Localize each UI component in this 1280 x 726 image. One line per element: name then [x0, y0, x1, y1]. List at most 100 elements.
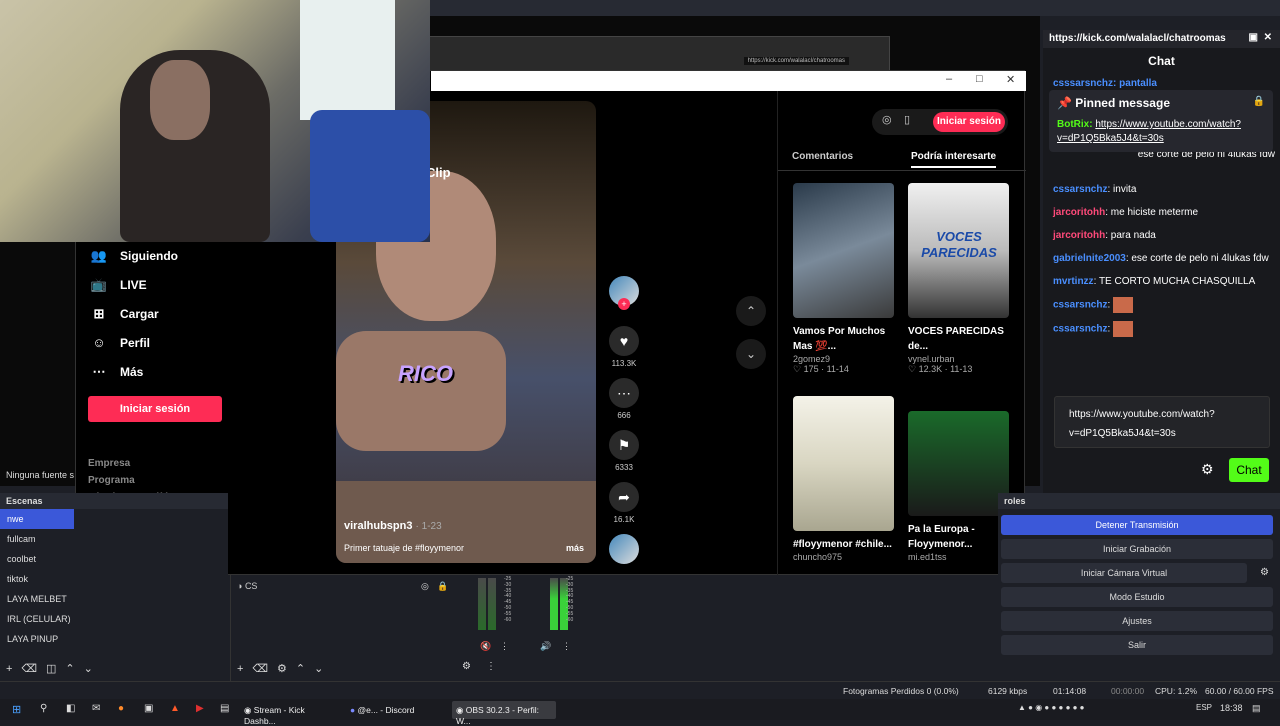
exit-button[interactable]: Salir	[1001, 635, 1273, 655]
chat-username[interactable]: cssarsnchz	[1053, 184, 1107, 195]
brave-icon[interactable]: ▲	[170, 703, 180, 714]
trash-icon[interactable]: ⌫	[252, 663, 277, 675]
nav-live[interactable]: 📺 LIVE	[76, 270, 336, 299]
sound-avatar[interactable]	[609, 534, 639, 564]
tray-icons[interactable]: ▲ ● ◉ ● ● ● ● ● ●	[1018, 703, 1085, 712]
virtual-camera-gear-icon[interactable]: ⚙	[1260, 567, 1269, 578]
nav-profile[interactable]: ☺ Perfil	[76, 328, 336, 357]
scroll-up-button[interactable]: ⌃	[736, 296, 766, 326]
speaker-icon[interactable]: 🔊	[540, 641, 551, 652]
cpu-usage: CPU: 1.2%	[1155, 686, 1198, 696]
nav-more[interactable]: ⋯ Más	[76, 357, 336, 386]
scene-item[interactable]: tiktok	[0, 569, 228, 589]
clock[interactable]: 18:38	[1220, 703, 1243, 713]
move-down-icon[interactable]: ⌄	[314, 663, 332, 675]
suggested-card[interactable]: VOCES PARECIDAS VOCES PARECIDAS de... vy…	[908, 183, 1009, 375]
lock-icon[interactable]: 🔒	[437, 581, 448, 592]
firefox-icon[interactable]: ●	[118, 703, 124, 714]
source-item[interactable]: ◑ CS	[237, 581, 257, 591]
trash-icon[interactable]: ⌫	[21, 663, 46, 675]
chat-username[interactable]: jarcoritohh	[1053, 207, 1105, 218]
window-close-icon[interactable]: ✕	[1264, 32, 1272, 43]
add-icon[interactable]: +	[237, 663, 252, 675]
close-icon[interactable]: ✕	[1006, 73, 1015, 86]
scene-item[interactable]: LAYA PINUP	[0, 629, 228, 649]
start-virtual-camera-button[interactable]: Iniciar Cámara Virtual	[1001, 563, 1247, 583]
more-options-icon[interactable]: ⋮	[562, 641, 571, 652]
scene-item[interactable]: coolbet	[0, 549, 228, 569]
nav-upload[interactable]: ⊞ Cargar	[76, 299, 336, 328]
bookmark-icon[interactable]: ⚑	[609, 430, 639, 460]
footer-company-link[interactable]: Empresa	[88, 458, 336, 469]
start-recording-button[interactable]: Iniciar Grabación	[1001, 539, 1273, 559]
more-options-icon[interactable]: ⋮	[486, 661, 496, 672]
gear-icon[interactable]: ⚙	[462, 661, 471, 672]
store-icon[interactable]: ▣	[144, 703, 153, 714]
taskbar-discord[interactable]: ● @e... - Discord	[346, 701, 446, 719]
like-icon[interactable]: ♥	[609, 326, 639, 356]
move-up-icon[interactable]: ⌃	[296, 663, 314, 675]
scene-item[interactable]: fullcam	[0, 529, 228, 549]
settings-button[interactable]: Ajustes	[1001, 611, 1273, 631]
compass-icon[interactable]: ◎	[882, 113, 892, 126]
share-icon[interactable]: ➦	[609, 482, 639, 512]
tab-comments[interactable]: Comentarios	[792, 151, 853, 162]
visibility-icon[interactable]: ◎	[421, 581, 429, 592]
more-icon: ⋯	[92, 363, 106, 379]
filter-icon[interactable]: ◫	[46, 663, 65, 675]
mail-icon[interactable]: ✉	[92, 703, 100, 714]
chat-username[interactable]: cssarsnchz	[1053, 324, 1107, 335]
chat-username[interactable]: mvrtinzz	[1053, 276, 1094, 287]
maximize-icon[interactable]: □	[976, 73, 983, 85]
header-login-button[interactable]: Iniciar sesión	[933, 112, 1005, 132]
more-options-icon[interactable]: ⋮	[500, 641, 509, 652]
chat-settings-icon[interactable]: ⚙	[1201, 461, 1214, 478]
scene-item[interactable]: IRL (CELULAR)	[0, 609, 228, 629]
add-icon[interactable]: +	[6, 663, 21, 675]
window-restore-icon[interactable]: ▣	[1249, 32, 1258, 43]
muted-speaker-icon[interactable]: 🔇	[480, 641, 491, 652]
tab-suggested[interactable]: Podría interesarte	[911, 151, 997, 168]
scene-item[interactable]: nwe	[0, 509, 74, 529]
taskbar-chrome[interactable]: ◉ Stream - Kick Dashb...	[240, 701, 340, 726]
move-up-icon[interactable]: ⌃	[65, 663, 83, 675]
author-avatar[interactable]: +	[609, 276, 639, 310]
youtube-icon[interactable]: ▶	[196, 703, 204, 714]
move-down-icon[interactable]: ⌄	[84, 663, 102, 675]
language-indicator[interactable]: ESP	[1196, 703, 1212, 712]
chat-username[interactable]: gabrielnite2003	[1053, 253, 1126, 264]
taskbar-obs[interactable]: ◉ OBS 30.2.3 - Perfil: W...	[452, 701, 556, 726]
studio-mode-button[interactable]: Modo Estudio	[1001, 587, 1273, 607]
nav-label: LIVE	[120, 277, 147, 292]
lock-icon[interactable]: 🔒	[1253, 96, 1265, 107]
windows-start-icon[interactable]: ⊞	[12, 703, 21, 716]
video-more-link[interactable]: más	[566, 543, 584, 553]
chat-input[interactable]: https://www.youtube.com/watch?v=dP1Q5Bka…	[1054, 396, 1270, 448]
search-icon[interactable]: ⚲	[40, 703, 47, 714]
chat-username[interactable]: cssarsnchz	[1053, 300, 1107, 311]
chat-send-button[interactable]: Chat	[1229, 458, 1269, 482]
stop-stream-button[interactable]: Detener Transmisión	[1001, 515, 1273, 535]
suggested-card[interactable]: #floyymenor #chile... chuncho975	[793, 396, 894, 562]
comment-icon[interactable]: ⋯	[609, 378, 639, 408]
suggested-card[interactable]: Pa la Europa - Floyymenor... mi.ed1tss	[908, 411, 1009, 562]
file-explorer-icon[interactable]: ◧	[66, 703, 75, 714]
audio-meter	[550, 578, 558, 630]
device-icon[interactable]: ▯	[904, 113, 910, 126]
scroll-down-button[interactable]: ⌄	[736, 339, 766, 369]
chat-partial-message: csssarsnchz: pantalla	[1053, 78, 1157, 89]
webcam-chair	[310, 110, 430, 242]
terminal-icon[interactable]: ▤	[220, 703, 229, 714]
notification-icon[interactable]: ▤	[1252, 703, 1261, 714]
chat-username[interactable]: jarcoritohh	[1053, 230, 1105, 241]
gear-icon[interactable]: ⚙	[277, 663, 296, 675]
scene-item[interactable]: LAYA MELBET	[0, 589, 228, 609]
follow-plus-icon[interactable]: +	[618, 298, 630, 310]
suggested-card[interactable]: Vamos Por Muchos Mas 💯... 2gomez9 ♡ 175 …	[793, 183, 894, 375]
minimize-icon[interactable]: –	[946, 73, 952, 85]
chevron-up-icon: ⌃	[745, 304, 757, 318]
sidebar-login-button[interactable]: Iniciar sesión	[88, 396, 222, 422]
nav-following[interactable]: 👥 Siguiendo	[76, 241, 336, 270]
video-author[interactable]: viralhubspn3 · 1-23	[344, 520, 442, 532]
footer-program-link[interactable]: Programa	[88, 475, 336, 486]
